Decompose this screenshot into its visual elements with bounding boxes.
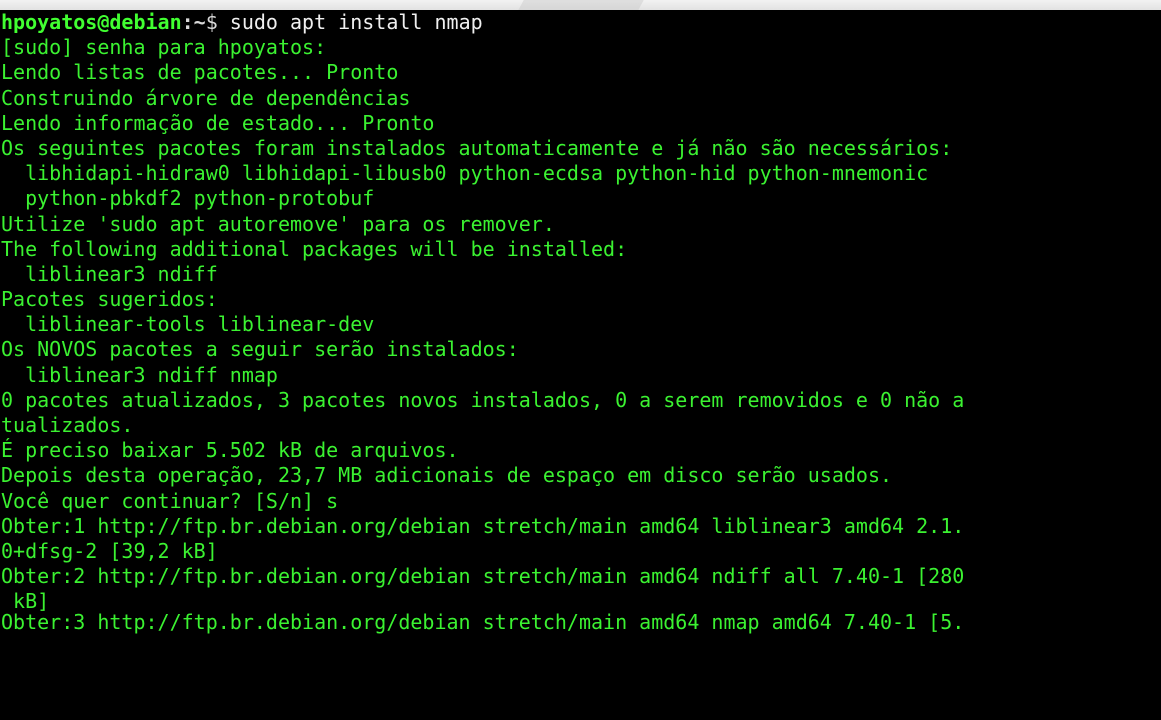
terminal-line: Depois desta operação, 23,7 MB adicionai… xyxy=(1,463,893,488)
terminal-line: liblinear3 ndiff xyxy=(1,261,218,286)
terminal-line: Os seguintes pacotes foram instalados au… xyxy=(1,135,953,160)
terminal-line: [sudo] senha para hpoyatos: xyxy=(1,35,327,60)
prompt-command: sudo apt install nmap xyxy=(217,10,483,34)
terminal-line: libhidapi-hidraw0 libhidapi-libusb0 pyth… xyxy=(1,161,929,186)
prompt-symbol: $ xyxy=(205,10,218,34)
terminal-line: Obter:2 http://ftp.br.debian.org/debian … xyxy=(1,564,965,589)
terminal-line: Lendo listas de pacotes... Pronto xyxy=(1,60,399,85)
terminal-line: Utilize 'sudo apt autoremove' para os re… xyxy=(1,211,555,236)
terminal-line: É preciso baixar 5.502 kB de arquivos. xyxy=(1,438,459,463)
terminal-line: Você quer continuar? [S/n] s xyxy=(1,488,339,513)
prompt-line: hpoyatos@debian:~$ sudo apt install nmap xyxy=(0,10,1161,35)
terminal-line: 0+dfsg-2 [39,2 kB] xyxy=(1,538,218,563)
terminal-window: hpoyatos@debian:~$ sudo apt install nmap… xyxy=(0,0,1161,720)
terminal-line: 0 pacotes atualizados, 3 pacotes novos i… xyxy=(1,387,965,412)
prompt-path: :~ xyxy=(181,10,206,34)
terminal-line: Obter:1 http://ftp.br.debian.org/debian … xyxy=(1,513,965,538)
terminal-line: liblinear3 ndiff nmap xyxy=(1,362,278,387)
terminal-line: liblinear-tools liblinear-dev xyxy=(1,312,375,337)
terminal-line: Lendo informação de estado... Pronto xyxy=(1,110,435,135)
terminal-line: Os NOVOS pacotes a seguir serão instalad… xyxy=(1,337,519,362)
terminal-line: The following additional packages will b… xyxy=(1,236,628,261)
terminal-output[interactable]: hpoyatos@debian:~$ sudo apt install nmap… xyxy=(0,10,1161,720)
prompt-user-host: hpoyatos@debian xyxy=(1,10,182,34)
terminal-line: Construindo árvore de dependências xyxy=(1,85,411,110)
terminal-line: python-pbkdf2 python-protobuf xyxy=(1,186,375,211)
terminal-line: tualizados. xyxy=(1,413,134,437)
terminal-line: Pacotes sugeridos: xyxy=(1,287,218,312)
terminal-line: Obter:3 http://ftp.br.debian.org/debian … xyxy=(1,609,965,634)
